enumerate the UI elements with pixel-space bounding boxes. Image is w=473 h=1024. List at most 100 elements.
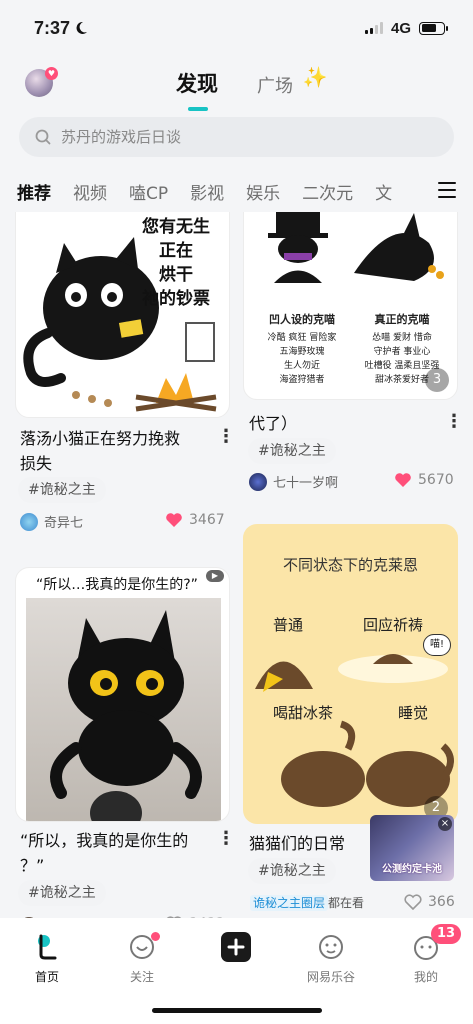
clock-text: 7:37 xyxy=(34,17,71,38)
nav-lofter-valley[interactable]: 网易乐谷 xyxy=(296,932,366,985)
comparison-line: 怂喵 爱财 惜命 xyxy=(372,333,432,343)
post-title-line: 落汤小猫正在努力挽救 xyxy=(20,429,181,448)
topic-tag[interactable]: #诡秘之主 xyxy=(248,438,336,464)
signal-icon xyxy=(364,22,383,34)
cat-states-drawing xyxy=(255,654,454,807)
nav-mine[interactable]: 13 我的 xyxy=(391,924,462,985)
user-avatar[interactable]: ♥ xyxy=(25,67,58,97)
like-number: 366 xyxy=(428,894,455,910)
category-recommend[interactable]: 推荐 xyxy=(17,179,51,204)
message-count-badge: 13 xyxy=(431,924,462,944)
post-title[interactable]: 落汤小猫正在努力挽救 损失 xyxy=(20,426,220,476)
image-handwriting: 您有无生 正在 烘干 祂的钞票 xyxy=(126,215,226,311)
photo-background xyxy=(26,598,221,821)
topic-tag[interactable]: #诡秘之主 xyxy=(18,477,106,503)
heart-outline-icon xyxy=(404,894,422,910)
topic-tag[interactable]: #诡秘之主 xyxy=(18,880,106,906)
hand-text-line: 正在 xyxy=(159,241,193,261)
like-count[interactable]: 366 xyxy=(404,894,455,910)
author-name: 奇异七 xyxy=(44,516,84,531)
circle-link[interactable]: 诡秘之主圈层 都在看 xyxy=(250,894,364,911)
like-number: 5670 xyxy=(418,472,454,488)
feed[interactable]: 您有无生 正在 烘干 祂的钞票 落汤小猫正在努力挽救 损失 ⋮ #诡秘之主 奇异… xyxy=(0,212,473,918)
post-title-line: 代了） xyxy=(249,414,298,433)
post-title-line: ？” xyxy=(20,856,45,875)
image-count-badge: 3 xyxy=(425,368,449,392)
moon-icon xyxy=(76,21,88,34)
nav-label: 网易乐谷 xyxy=(306,970,355,984)
category-literature[interactable]: 文 xyxy=(375,179,392,204)
heart-icon xyxy=(395,473,411,487)
comparison-line: 冷酷 疯狂 冒险家 xyxy=(267,333,337,343)
sparkle-mascot-icon: ✨ xyxy=(302,65,328,89)
post-card-4[interactable]: 不同状态下的克莱恩 普通 回应祈祷 喝甜冰茶 睡觉 喵! 2 xyxy=(243,524,458,824)
post-card-3[interactable]: “所以…我真的是你生的?” ▶ xyxy=(15,567,230,822)
post-author[interactable]: 七十一岁啊 xyxy=(249,472,338,491)
like-count[interactable]: 3467 xyxy=(165,512,225,528)
circle-name: 诡秘之主圈层 xyxy=(250,895,329,911)
heart-icon xyxy=(166,513,182,527)
category-film[interactable]: 影视 xyxy=(190,179,224,204)
more-icon[interactable]: ⋮ xyxy=(217,428,235,446)
hand-text-line: 烘干 xyxy=(159,265,193,285)
floating-ad[interactable]: × 公测约定卡池 xyxy=(370,815,454,881)
nav-publish[interactable] xyxy=(201,932,271,968)
comparison-line: 五海野玫瑰 xyxy=(279,347,325,357)
tab-discover[interactable]: 发现 xyxy=(176,68,218,98)
nav-label: 首页 xyxy=(34,970,59,984)
more-icon[interactable]: ⋮ xyxy=(217,830,235,848)
category-acg[interactable]: 二次元 xyxy=(302,179,353,204)
post-author[interactable]: 奇异七 xyxy=(20,512,83,531)
top-header: ♥ 发现 广场 ✨ xyxy=(0,56,473,112)
home-icon xyxy=(38,934,57,960)
nav-label: 我的 xyxy=(413,970,438,984)
author-avatar xyxy=(249,472,267,491)
gif-badge-icon: ▶ xyxy=(206,570,224,582)
search-bar[interactable] xyxy=(19,117,454,157)
category-cp[interactable]: 嗑CP xyxy=(129,179,168,204)
plus-icon xyxy=(221,932,251,962)
comparison-line: 生人勿近 xyxy=(283,361,320,371)
close-icon[interactable]: × xyxy=(438,817,452,831)
category-tabs: 推荐 视频 嗑CP 影视 娱乐 二次元 文 xyxy=(0,172,473,210)
ad-text: 公测约定卡池 xyxy=(382,864,442,875)
nav-follow[interactable]: 关注 xyxy=(107,932,177,985)
image-caption: “所以…我真的是你生的?” xyxy=(36,577,198,593)
post-title-line: “所以，我真的是你生的 xyxy=(20,831,189,850)
post-title-line: 损失 xyxy=(20,454,53,473)
search-input[interactable] xyxy=(61,128,421,146)
tab-square[interactable]: 广场 xyxy=(257,72,293,98)
hand-text-line: 您有无生 xyxy=(142,217,210,237)
comparison-left-title: 凹人设的克喵 xyxy=(269,313,335,326)
like-number: 3467 xyxy=(189,512,225,528)
heart-badge-icon: ♥ xyxy=(45,67,58,80)
notification-dot xyxy=(151,932,160,941)
search-icon xyxy=(35,129,51,145)
topic-tag[interactable]: #诡秘之主 xyxy=(248,858,336,884)
comparison-line: 守护者 事业心 xyxy=(373,347,431,357)
category-entertainment[interactable]: 娱乐 xyxy=(246,179,280,204)
post-image[interactable]: 您有无生 正在 烘干 祂的钞票 xyxy=(15,212,230,418)
menu-icon[interactable] xyxy=(438,182,456,198)
author-name: 七十一岁啊 xyxy=(273,476,339,491)
status-time: 7:37 xyxy=(34,18,88,39)
status-bar: 7:37 4G xyxy=(0,0,473,56)
comparison-line: 海盗狩猎者 xyxy=(279,375,325,385)
tab-indicator xyxy=(188,107,208,111)
post-title[interactable]: 代了） xyxy=(249,411,449,436)
tabs-fade xyxy=(399,172,439,210)
cat-comparison-drawing xyxy=(268,212,444,283)
home-indicator xyxy=(152,1008,322,1013)
battery-icon xyxy=(419,21,448,35)
nav-home[interactable]: 首页 xyxy=(12,932,82,985)
circle-suffix: 都在看 xyxy=(328,896,365,910)
like-count[interactable]: 5670 xyxy=(394,472,454,488)
category-video[interactable]: 视频 xyxy=(73,179,107,204)
black-cat-plush xyxy=(50,610,202,821)
comparison-right-title: 真正的克喵 xyxy=(374,313,430,326)
hand-text-line: 祂的钞票 xyxy=(142,289,210,309)
post-card-2[interactable]: 凹人设的克喵 冷酷 疯狂 冒险家 五海野玫瑰 生人勿近 海盗狩猎者 真正的克喵 … xyxy=(243,212,458,400)
post-title[interactable]: “所以，我真的是你生的 ？” xyxy=(20,828,220,878)
flower-face-icon xyxy=(319,935,343,959)
more-icon[interactable]: ⋮ xyxy=(445,413,463,431)
